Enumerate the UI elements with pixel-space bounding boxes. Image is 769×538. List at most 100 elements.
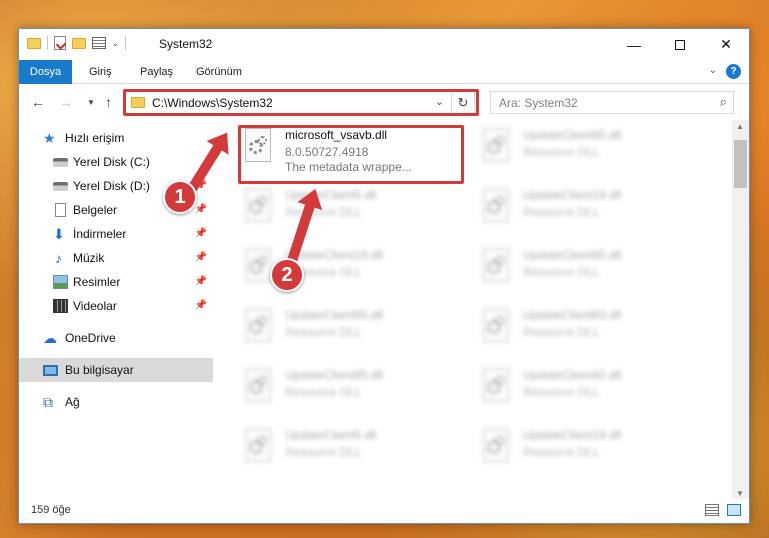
address-highlight-box bbox=[123, 89, 479, 116]
pin-icon[interactable]: 📌 bbox=[195, 246, 207, 270]
file-name: UpdateClient65.dll bbox=[285, 368, 384, 382]
file-name: UpdateClient65.dll bbox=[523, 128, 622, 142]
file-description: Resource DLL bbox=[285, 205, 362, 219]
view-icon[interactable] bbox=[92, 37, 106, 49]
maximize-icon bbox=[675, 39, 685, 50]
sidebar-item-this-pc[interactable]: Bu bilgisayar bbox=[19, 358, 213, 382]
close-button[interactable]: ✕ bbox=[703, 29, 749, 60]
file-description: Resource DLL bbox=[285, 385, 362, 399]
file-tile[interactable]: UpdateClient65.dll Resource DLL bbox=[225, 360, 455, 416]
search-input[interactable]: Ara: System32 ⌕ bbox=[490, 91, 734, 114]
back-button[interactable]: ← bbox=[31, 94, 45, 110]
download-icon: ⬇ bbox=[53, 226, 65, 242]
sidebar-item-label: Müzik bbox=[73, 251, 105, 265]
file-explorer-window: ⌄ System32 — ✕ Dosya Giriş Paylaş Görünü… bbox=[18, 28, 750, 524]
file-name: UpdateClient19.dll bbox=[523, 188, 622, 202]
sidebar-item-onedrive[interactable]: ☁ OneDrive bbox=[19, 326, 213, 350]
navigation-bar: ← → ▼ ↑ C:\Windows\System32 ⌄ ↻ Ara: Sys… bbox=[19, 85, 749, 119]
vertical-scrollbar[interactable]: ▲ ▼ bbox=[732, 120, 749, 500]
dll-file-icon bbox=[241, 248, 275, 288]
sidebar-item-music[interactable]: ♪ Müzik 📌 bbox=[19, 246, 213, 270]
minimize-button[interactable]: — bbox=[611, 29, 657, 60]
item-count: 159 öğe bbox=[31, 504, 71, 516]
file-tile[interactable]: UpdateClient63.dll Resource DLL bbox=[463, 300, 693, 356]
videos-icon bbox=[53, 299, 68, 313]
file-description: Resource DLL bbox=[523, 205, 600, 219]
forward-button[interactable]: → bbox=[59, 94, 73, 110]
help-icon[interactable]: ? bbox=[726, 64, 741, 79]
tab-view[interactable]: Görünüm bbox=[196, 60, 242, 84]
file-name: UpdateClient63.dll bbox=[523, 308, 622, 322]
sidebar-item-disk-c[interactable]: Yerel Disk (C:) bbox=[19, 150, 213, 174]
sidebar-item-quick-access[interactable]: ★ Hızlı erişim bbox=[19, 126, 213, 150]
file-tile[interactable]: UpdateClient65.dll Resource DLL bbox=[463, 120, 693, 176]
tab-file[interactable]: Dosya bbox=[19, 60, 72, 84]
scroll-thumb[interactable] bbox=[734, 140, 747, 188]
sidebar-item-network[interactable]: ⧉ Ağ bbox=[19, 390, 213, 414]
step-2-marker: 2 bbox=[270, 258, 304, 292]
dll-file-icon bbox=[479, 428, 513, 468]
tab-share[interactable]: Paylaş bbox=[140, 60, 173, 84]
divider bbox=[124, 36, 126, 50]
customize-toolbar-icon[interactable]: ⌄ bbox=[112, 39, 119, 48]
file-highlight-box bbox=[238, 125, 464, 184]
folder-icon bbox=[27, 37, 41, 49]
pin-icon[interactable]: 📌 bbox=[195, 270, 207, 294]
file-tile[interactable]: UpdateClient5.dll Resource DLL bbox=[225, 180, 455, 236]
sidebar-item-downloads[interactable]: ⬇ İndirmeler 📌 bbox=[19, 222, 213, 246]
scroll-down-icon[interactable]: ▼ bbox=[736, 489, 744, 498]
file-name: UpdateClient19.dll bbox=[523, 428, 622, 442]
file-description: Resource DLL bbox=[523, 145, 600, 159]
scroll-up-icon[interactable]: ▲ bbox=[736, 122, 744, 131]
dll-file-icon bbox=[241, 188, 275, 228]
large-icons-view-icon[interactable] bbox=[727, 504, 741, 516]
details-view-icon[interactable] bbox=[705, 504, 719, 516]
file-description: Resource DLL bbox=[285, 445, 362, 459]
title-bar: ⌄ System32 — ✕ bbox=[19, 29, 749, 60]
file-description: Resource DLL bbox=[523, 445, 600, 459]
network-icon: ⧉ bbox=[43, 394, 53, 410]
recent-locations-button[interactable]: ▼ bbox=[87, 98, 95, 107]
cloud-icon: ☁ bbox=[43, 330, 57, 346]
sidebar-item-label: Yerel Disk (D:) bbox=[73, 179, 150, 193]
music-icon: ♪ bbox=[55, 250, 62, 266]
pin-icon[interactable]: 📌 bbox=[195, 198, 207, 222]
properties-icon[interactable] bbox=[54, 36, 66, 50]
file-tile[interactable]: UpdateClient19.dll Resource DLL bbox=[463, 420, 693, 476]
search-icon[interactable]: ⌕ bbox=[720, 94, 727, 110]
status-bar: 159 öğe bbox=[19, 499, 749, 523]
sidebar-item-label: Belgeler bbox=[73, 203, 118, 217]
sidebar-item-label: Videolar bbox=[73, 299, 117, 313]
tab-home[interactable]: Giriş bbox=[89, 60, 112, 84]
sidebar-item-label: Bu bilgisayar bbox=[65, 363, 134, 377]
new-folder-icon[interactable] bbox=[72, 37, 86, 49]
file-name: UpdateClient65.dll bbox=[523, 248, 622, 262]
dll-file-icon bbox=[479, 368, 513, 408]
sidebar-item-pictures[interactable]: Resimler 📌 bbox=[19, 270, 213, 294]
step-1-marker: 1 bbox=[163, 180, 197, 214]
pin-icon[interactable]: 📌 bbox=[195, 222, 207, 246]
file-description: Resource DLL bbox=[523, 265, 600, 279]
dll-file-icon bbox=[241, 428, 275, 468]
dll-file-icon bbox=[241, 368, 275, 408]
dll-file-icon bbox=[241, 308, 275, 348]
file-tile[interactable]: UpdateClient42.dll Resource DLL bbox=[463, 360, 693, 416]
pin-icon[interactable]: 📌 bbox=[195, 294, 207, 318]
star-icon: ★ bbox=[43, 130, 56, 146]
file-tile[interactable]: UpdateClient19.dll Resource DLL bbox=[463, 180, 693, 236]
file-tile[interactable]: UpdateClient5.dll Resource DLL bbox=[225, 420, 455, 476]
maximize-button[interactable] bbox=[657, 29, 703, 60]
file-tile[interactable]: UpdateClient19.dll Resource DLL bbox=[225, 240, 455, 296]
file-tile[interactable]: UpdateClient65.dll Resource DLL bbox=[463, 240, 693, 296]
computer-icon bbox=[43, 365, 58, 376]
dll-file-icon bbox=[479, 308, 513, 348]
expand-ribbon-icon[interactable]: ⌄ bbox=[709, 65, 717, 76]
file-tile[interactable]: UpdateClient65.dll Resource DLL bbox=[225, 300, 455, 356]
dll-file-icon bbox=[479, 188, 513, 228]
drive-icon bbox=[53, 158, 68, 167]
sidebar-item-label: Hızlı erişim bbox=[65, 131, 125, 145]
up-button[interactable]: ↑ bbox=[105, 94, 112, 110]
quick-access-toolbar: ⌄ bbox=[27, 36, 126, 50]
sidebar-item-videos[interactable]: Videolar 📌 bbox=[19, 294, 213, 318]
file-name: UpdateClient42.dll bbox=[523, 368, 622, 382]
